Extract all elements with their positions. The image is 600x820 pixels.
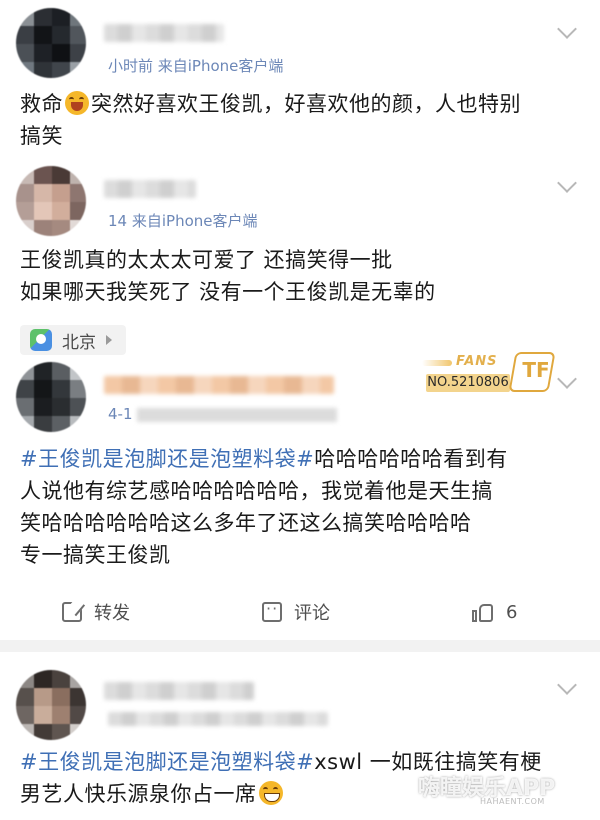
thumbs-up-icon: [472, 602, 494, 622]
fans-badge[interactable]: FANS NO.5210806 TF: [422, 352, 558, 396]
hashtag-link[interactable]: #王俊凯是泡脚还是泡塑料袋#: [20, 447, 314, 471]
chevron-down-icon[interactable]: [557, 675, 577, 695]
action-bar: 转发 评论 6: [0, 592, 600, 632]
fans-label: FANS: [456, 354, 498, 369]
username-blurred[interactable]: [104, 24, 224, 42]
username-blurred[interactable]: [104, 376, 334, 394]
map-pin-icon: [30, 329, 52, 351]
post-meta-blurred: [108, 712, 328, 726]
grinning-emoji-icon: [258, 781, 283, 805]
comment-text: #王俊凯是泡脚还是泡塑料袋#哈哈哈哈哈哈看到有 人说他有综艺感哈哈哈哈哈哈，我觉…: [20, 447, 508, 567]
comment-text: 王俊凯真的太太太可爱了 还搞笑得一批 如果哪天我笑死了 没有一个王俊凯是无辜的: [20, 248, 436, 304]
like-count: 6: [506, 601, 518, 623]
username-blurred[interactable]: [104, 180, 196, 198]
avatar[interactable]: [16, 166, 86, 236]
post-meta: 4-1: [108, 405, 341, 423]
comment-icon: [262, 599, 282, 622]
comment-text: 救命 突然好喜欢王俊凯，好喜欢他的颜，人也特别 搞笑: [20, 91, 521, 148]
avatar[interactable]: [16, 670, 86, 740]
repost-button[interactable]: 转发: [62, 592, 130, 632]
post-meta: 小时前 来自iPhone客户端: [108, 55, 283, 76]
location-label: 北京: [62, 332, 96, 353]
avatar[interactable]: [16, 8, 86, 78]
crying-emoji-icon: [65, 91, 89, 115]
avatar[interactable]: [16, 362, 86, 432]
chevron-down-icon[interactable]: [557, 369, 577, 389]
repost-icon: [62, 602, 82, 622]
username-blurred[interactable]: [104, 682, 254, 700]
tf-logo-icon: TF: [508, 352, 556, 392]
chevron-right-icon: [106, 335, 112, 345]
meta-text: 14 来自iPhone客户端: [108, 212, 258, 230]
fans-number: NO.5210806: [426, 374, 510, 392]
location-tag[interactable]: 北京: [20, 325, 126, 355]
comment-button[interactable]: 评论: [262, 592, 330, 632]
like-button[interactable]: 6: [472, 592, 517, 632]
chevron-down-icon[interactable]: [557, 173, 577, 193]
post-meta: 14 来自iPhone客户端: [108, 210, 258, 231]
chevron-down-icon[interactable]: [557, 19, 577, 39]
hashtag-link[interactable]: #王俊凯是泡脚还是泡塑料袋#: [20, 750, 314, 774]
meta-text: 小时前 来自iPhone客户端: [108, 57, 284, 75]
meta-text: 4-1: [108, 405, 133, 423]
watermark-sub: HAHAENT.COM: [480, 797, 545, 806]
post-divider: [0, 640, 600, 652]
